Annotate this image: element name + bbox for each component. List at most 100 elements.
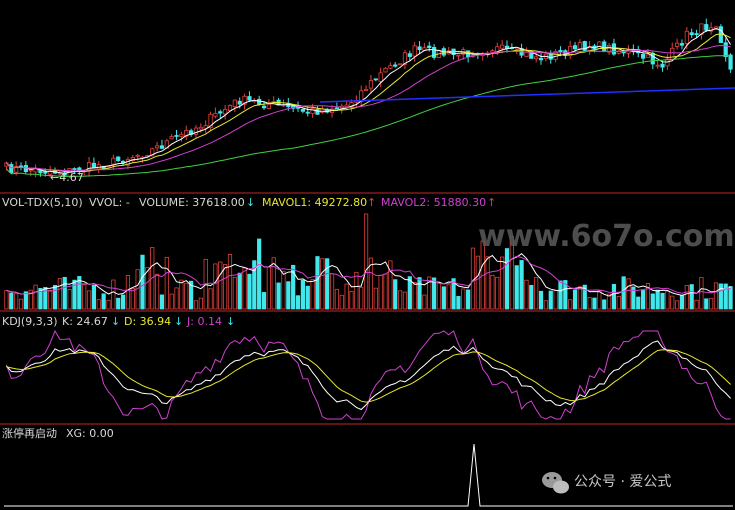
volume-bar xyxy=(349,290,354,310)
volume-bar xyxy=(286,281,291,310)
candle-body xyxy=(310,108,315,114)
volume-bar xyxy=(373,287,378,310)
volume-bar xyxy=(446,284,451,310)
kdj-indicator-name: KDJ(9,3,3) xyxy=(2,315,58,328)
candle-body xyxy=(315,108,320,115)
candle-body xyxy=(305,111,310,114)
volume-bar xyxy=(359,287,364,310)
volume-bar xyxy=(713,282,719,310)
candle-body xyxy=(368,80,374,89)
candle-body xyxy=(169,136,174,140)
volume-bar xyxy=(441,286,446,310)
candle-body xyxy=(373,78,378,81)
volume-bar xyxy=(111,279,116,310)
volume-bar xyxy=(694,299,699,310)
volume-bar xyxy=(397,290,403,310)
candle-body xyxy=(694,33,699,35)
candle-body xyxy=(397,63,403,66)
candle-body xyxy=(684,30,689,44)
volume-bar xyxy=(616,295,621,310)
footer-text: 公众号 · 爱公式 xyxy=(574,474,671,490)
volume-bar xyxy=(485,256,490,310)
volume-bar xyxy=(378,274,383,310)
candle-body xyxy=(247,96,252,101)
candle-body xyxy=(261,105,267,109)
volume-bar xyxy=(213,263,218,310)
volume-bar xyxy=(432,277,437,310)
candle-body xyxy=(363,89,369,91)
kdj-d-label: D: 36.94 xyxy=(124,315,171,328)
volume-bar xyxy=(120,294,126,310)
candle-body xyxy=(704,24,709,31)
kdj-k-line xyxy=(6,340,731,411)
candle-body xyxy=(456,54,461,57)
price-panel xyxy=(4,18,735,178)
volume-bar xyxy=(636,296,641,310)
volume-bar xyxy=(621,276,626,310)
candle-body xyxy=(174,135,179,137)
candle-body xyxy=(675,42,680,47)
vvol-label: VVOL: - xyxy=(89,196,130,209)
volume-bar xyxy=(597,290,602,310)
volume-bar xyxy=(82,284,87,310)
volume-bar xyxy=(670,295,675,310)
candle-body xyxy=(334,107,340,110)
candle-body xyxy=(218,111,223,114)
volume-bar xyxy=(422,294,427,310)
volume-bar xyxy=(660,292,665,310)
kdj-j-arrow: ↓ xyxy=(226,315,235,328)
volume-bar xyxy=(14,293,19,310)
volume-bar xyxy=(320,258,325,310)
volume-bar xyxy=(558,280,563,310)
volume-bar xyxy=(456,296,461,310)
candle-body xyxy=(645,54,651,58)
watermark: www.6o7o.com xyxy=(478,219,735,254)
volume-bar xyxy=(383,273,388,310)
volume-bar xyxy=(475,255,480,310)
volume-bar xyxy=(57,278,62,310)
volume-bar xyxy=(4,290,9,310)
candle-body xyxy=(28,169,33,172)
volume-bar xyxy=(329,273,335,310)
volume-bar xyxy=(198,297,203,310)
stock-chart: ←4.67 VOL-TDX(5,10) VVOL: - VOLUME: 3761… xyxy=(0,18,735,507)
volume-bar xyxy=(295,295,301,310)
wechat-icon xyxy=(542,472,569,494)
kdj-k-label: K: 24.67 xyxy=(62,315,108,328)
volume-bar xyxy=(96,299,101,310)
candle-body xyxy=(602,41,607,53)
volume-bar xyxy=(184,282,189,310)
volume-indicator-name: VOL-TDX(5,10) xyxy=(2,196,83,209)
volume-bar xyxy=(223,264,228,310)
volume-bar xyxy=(261,292,267,310)
candle-body xyxy=(9,164,14,173)
volume-bar xyxy=(412,282,417,310)
candle-body xyxy=(135,154,140,157)
volume-bar xyxy=(529,284,534,310)
kdj-j-line xyxy=(5,329,731,420)
candle-body xyxy=(300,108,305,112)
volume-bar xyxy=(363,213,369,310)
volume-bar xyxy=(611,283,617,310)
volume-bar xyxy=(281,270,286,310)
mavol2-label: MAVOL2: 51880.30 xyxy=(381,196,486,209)
volume-bar xyxy=(315,256,320,310)
candle-body xyxy=(344,104,349,108)
candle-body xyxy=(490,50,495,53)
volume-bar xyxy=(354,271,359,310)
candle-body xyxy=(577,42,583,50)
candle-body xyxy=(266,104,271,109)
kdj-d-arrow: ↓ xyxy=(174,315,183,328)
volume-bar xyxy=(543,300,548,310)
volume-bar xyxy=(504,248,510,310)
candle-body xyxy=(640,53,646,59)
volume-bar xyxy=(62,276,67,310)
candle-body xyxy=(713,26,719,29)
volume-bar xyxy=(86,290,92,310)
kdj-d-line xyxy=(6,349,731,403)
volume-bar xyxy=(257,238,262,310)
volume-bar xyxy=(140,254,145,310)
volume-bar xyxy=(490,274,495,310)
candle-body xyxy=(159,145,165,149)
candle-body xyxy=(237,100,242,105)
